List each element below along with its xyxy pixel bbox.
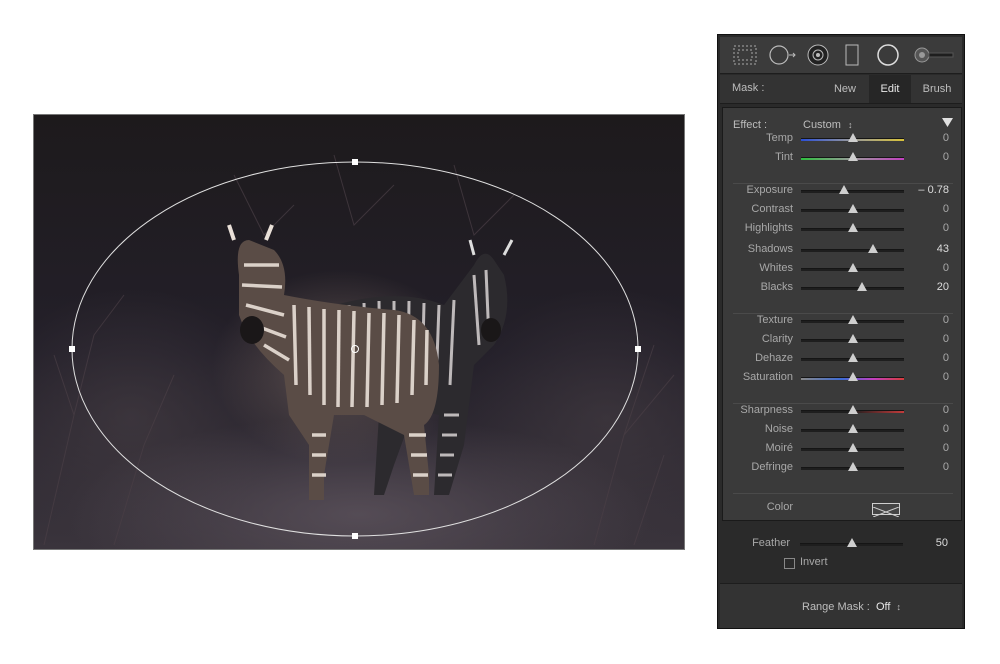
- mask-brush-button[interactable]: Brush: [914, 75, 960, 103]
- slider-label-noise: Noise: [764, 423, 793, 435]
- slider-value-shadows[interactable]: 43: [909, 243, 949, 255]
- slider-value-moire[interactable]: 0: [909, 442, 949, 454]
- slider-label-texture: Texture: [756, 314, 793, 326]
- slider-label-clarity: Clarity: [761, 333, 793, 345]
- slider-label-sharpness: Sharpness: [740, 404, 793, 416]
- no-color-cross-icon: [872, 506, 900, 518]
- slider-label-highlights: Highlights: [744, 222, 793, 234]
- slider-thumb-highlights[interactable]: [847, 223, 858, 232]
- invert-checkbox[interactable]: [784, 558, 795, 569]
- slider-thumb-contrast[interactable]: [847, 204, 858, 213]
- effect-preset-dropdown[interactable]: Custom ↕: [803, 119, 852, 131]
- invert-label: Invert: [800, 556, 828, 568]
- handle-bottom: [352, 533, 358, 539]
- mask-edit-button[interactable]: Edit: [869, 75, 911, 103]
- slider-track-blacks[interactable]: [801, 287, 904, 290]
- slider-value-highlights[interactable]: 0: [909, 222, 949, 234]
- slider-thumb-exposure[interactable]: [839, 185, 850, 194]
- effect-preset-value: Custom: [803, 119, 841, 131]
- slider-thumb-dehaze[interactable]: [847, 353, 858, 362]
- slider-value-sharpness[interactable]: 0: [909, 404, 949, 416]
- feather-value[interactable]: 50: [908, 537, 948, 549]
- slider-value-tint[interactable]: 0: [909, 151, 949, 163]
- slider-value-exposure[interactable]: – 0.78: [909, 184, 949, 196]
- divider: [733, 493, 953, 494]
- color-swatch[interactable]: [872, 503, 900, 518]
- slider-thumb-clarity[interactable]: [847, 334, 858, 343]
- mask-new-button[interactable]: New: [824, 75, 866, 103]
- handle-left: [69, 346, 75, 352]
- slider-label-shadows: Shadows: [747, 243, 793, 255]
- color-label: Color: [766, 501, 793, 513]
- crop-icon[interactable]: [844, 44, 860, 66]
- slider-value-contrast[interactable]: 0: [909, 203, 949, 215]
- slider-value-saturation[interactable]: 0: [909, 371, 949, 383]
- feather-label: Feather: [752, 537, 790, 549]
- slider-thumb-texture[interactable]: [847, 315, 858, 324]
- slider-thumb-defringe[interactable]: [847, 462, 858, 471]
- slider-label-temp: Temp: [766, 132, 793, 144]
- slider-label-contrast: Contrast: [751, 203, 793, 215]
- slider-label-dehaze: Dehaze: [755, 352, 793, 364]
- updown-arrows-icon: ↕: [896, 602, 901, 612]
- brush-slider-icon[interactable]: [914, 44, 956, 66]
- divider: [733, 403, 953, 404]
- slider-label-blacks: Blacks: [760, 281, 793, 293]
- feather-thumb[interactable]: [846, 538, 857, 547]
- slider-thumb-whites[interactable]: [847, 263, 858, 272]
- slider-value-temp[interactable]: 0: [909, 132, 949, 144]
- slider-label-moire: Moiré: [765, 442, 793, 454]
- updown-arrows-icon: ↕: [847, 120, 853, 130]
- slider-value-whites[interactable]: 0: [909, 262, 949, 274]
- local-adjustments-panel: Mask : New Edit Brush Effect : Custom ↕ …: [717, 34, 965, 629]
- mask-bar: Mask : New Edit Brush: [720, 75, 962, 104]
- range-mask-value: Off: [875, 601, 891, 613]
- mask-label: Mask :: [732, 82, 765, 94]
- slider-thumb-sharpness[interactable]: [847, 405, 858, 414]
- red-eye-icon[interactable]: [806, 44, 830, 66]
- slider-value-clarity[interactable]: 0: [909, 333, 949, 345]
- slider-value-defringe[interactable]: 0: [909, 461, 949, 473]
- circle-spot-icon[interactable]: [876, 44, 900, 66]
- zebra-front: [227, 224, 439, 500]
- slider-label-defringe: Defringe: [751, 461, 793, 473]
- slider-thumb-noise[interactable]: [847, 424, 858, 433]
- divider: [733, 313, 953, 314]
- slider-thumb-blacks[interactable]: [856, 282, 867, 291]
- slider-label-whites: Whites: [759, 262, 793, 274]
- range-mask-dropdown[interactable]: Range Mask : Off ↕: [802, 601, 901, 613]
- slider-value-dehaze[interactable]: 0: [909, 352, 949, 364]
- radial-filter-icon[interactable]: [768, 44, 798, 66]
- slider-label-saturation: Saturation: [742, 371, 793, 383]
- photo-art: [43, 154, 675, 546]
- slider-thumb-moire[interactable]: [847, 443, 858, 452]
- range-mask-bar: Range Mask : Off ↕: [720, 583, 962, 628]
- slider-value-texture[interactable]: 0: [909, 314, 949, 326]
- effect-label: Effect :: [733, 119, 768, 131]
- slider-track-shadows[interactable]: [801, 249, 904, 252]
- handle-right: [635, 346, 641, 352]
- handle-top: [352, 159, 358, 165]
- slider-thumb-shadows[interactable]: [868, 244, 879, 253]
- effect-section: Effect : Custom ↕ Temp 0 Tint 0 Exposure – 0.…: [722, 107, 962, 521]
- slider-label-exposure: Exposure: [746, 184, 793, 196]
- slider-thumb-saturation[interactable]: [847, 372, 858, 381]
- slider-track-exposure[interactable]: [801, 190, 904, 193]
- slider-value-blacks[interactable]: 20: [909, 281, 949, 293]
- slider-thumb-tint[interactable]: [847, 152, 858, 161]
- slider-label-tint: Tint: [775, 151, 793, 163]
- photo-canvas[interactable]: [33, 114, 685, 550]
- panel-collapse-triangle-icon[interactable]: [942, 118, 953, 128]
- tool-strip: [720, 37, 962, 74]
- slider-value-noise[interactable]: 0: [909, 423, 949, 435]
- range-mask-label: Range Mask :: [802, 601, 870, 613]
- divider: [733, 183, 953, 184]
- graduated-filter-icon[interactable]: [732, 44, 758, 66]
- slider-thumb-temp[interactable]: [847, 133, 858, 142]
